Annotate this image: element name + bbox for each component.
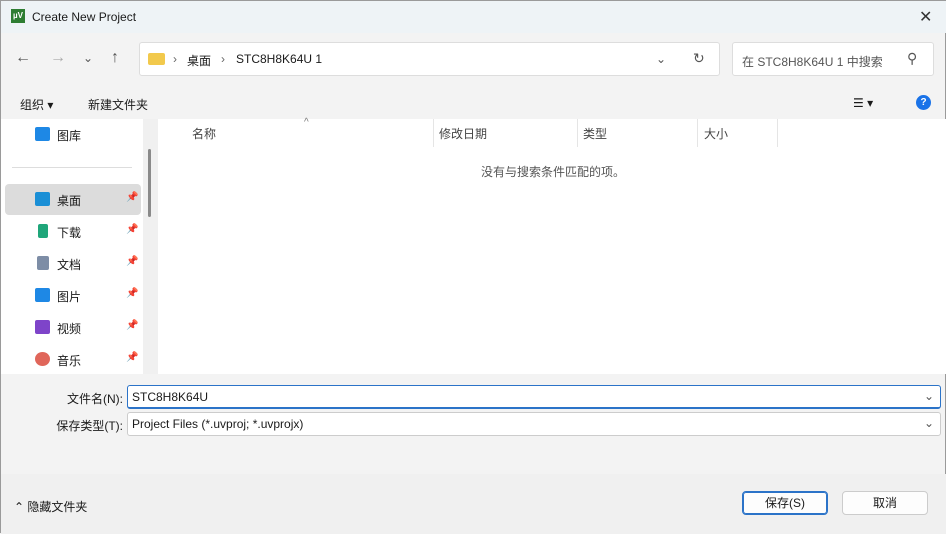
column-date-modified[interactable]: 修改日期 [439,125,487,142]
hide-folders-toggle[interactable]: ⌃ 隐藏文件夹 [14,498,87,515]
chevron-down-icon[interactable]: ⌄ [924,389,934,403]
pin-icon[interactable]: 📌 [126,288,138,299]
sidebar-item-documents[interactable]: 文档 📌 [5,248,141,279]
music-icon [35,352,50,366]
refresh-icon[interactable]: ↻ [693,50,705,67]
breadcrumb-folder[interactable]: STC8H8K64U 1 [236,52,322,66]
sidebar-item-desktop[interactable]: 桌面 📌 [5,184,141,215]
filetype-label: 保存类型(T): [56,419,123,433]
sidebar-item-gallery[interactable]: 图库 [5,119,141,150]
sidebar-item-label: 图库 [57,129,82,143]
window-title: Create New Project [32,10,137,24]
pin-icon[interactable]: 📌 [126,192,138,203]
divider [12,167,132,168]
sidebar-item-label: 下载 [57,226,82,240]
videos-icon [35,320,50,334]
forward-button[interactable]: → [50,49,66,67]
view-options-button[interactable]: ☰ ▾ [853,96,873,110]
breadcrumb-sep: › [173,52,177,66]
file-list: 名称 ^ 修改日期 类型 大小 [158,117,946,374]
pin-icon[interactable]: 📌 [126,224,138,235]
cancel-button[interactable]: 取消 [842,491,928,515]
address-bar[interactable]: › 桌面 › STC8H8K64U 1 ⌄ ↻ [139,42,720,76]
sidebar-scrollbar-thumb[interactable] [148,149,151,217]
empty-message: 没有与搜索条件匹配的项。 [481,165,626,179]
sidebar-item-videos[interactable]: 视频 📌 [5,312,141,343]
pin-icon[interactable]: 📌 [126,256,138,267]
sidebar-item-pictures[interactable]: 图片 📌 [5,280,141,311]
download-icon [38,224,48,238]
recent-locations-button[interactable]: ⌄ [83,51,93,65]
chevron-down-icon[interactable]: ⌄ [656,52,666,66]
filetype-value: Project Files (*.uvproj; *.uvprojx) [132,417,304,431]
chevron-up-icon: ⌃ [14,500,25,514]
pictures-icon [35,288,50,302]
filename-label: 文件名(N): [67,392,123,406]
close-button[interactable]: ✕ [919,7,932,27]
filename-input[interactable]: STC8H8K64U ⌄ [127,385,941,409]
hide-folders-label: 隐藏文件夹 [27,500,88,514]
navigation-pane: 图库 桌面 📌 下载 📌 文档 📌 图片 📌 视频 📌 音乐 📌 [1,119,158,374]
breadcrumb-desktop[interactable]: 桌面 [187,52,211,69]
chevron-down-icon[interactable]: ⌄ [924,416,934,430]
sidebar-item-label: 文档 [57,258,82,272]
save-button[interactable]: 保存(S) [742,491,828,515]
sidebar-item-label: 视频 [57,322,82,336]
gallery-icon [35,127,50,141]
organize-button[interactable]: 组织 ▾ [20,96,53,113]
sidebar-item-label: 桌面 [57,194,82,208]
pin-icon[interactable]: 📌 [126,352,138,363]
new-folder-button[interactable]: 新建文件夹 [88,96,148,113]
column-size[interactable]: 大小 [704,125,728,142]
help-icon[interactable]: ? [916,95,931,110]
sidebar-item-downloads[interactable]: 下载 📌 [5,216,141,247]
sidebar-item-label: 音乐 [57,354,82,368]
pin-icon[interactable]: 📌 [126,320,138,331]
breadcrumb-sep: › [221,52,225,66]
folder-icon [148,53,165,65]
desktop-icon [35,192,50,206]
sort-ascending-icon: ^ [304,117,309,128]
search-placeholder: 在 STC8H8K64U 1 中搜索 [742,55,883,69]
title-bar [1,1,946,33]
search-icon: ⚲ [907,50,918,66]
filetype-select[interactable]: Project Files (*.uvproj; *.uvprojx) ⌄ [127,412,941,436]
app-icon: µV [11,9,25,23]
documents-icon [37,256,49,270]
up-button[interactable]: ↑ [111,49,119,67]
filename-value: STC8H8K64U [132,390,209,404]
back-button[interactable]: ← [15,49,31,67]
column-name[interactable]: 名称 [192,125,216,142]
sidebar-item-label: 图片 [57,290,82,304]
column-type[interactable]: 类型 [583,125,607,142]
sidebar-item-music[interactable]: 音乐 📌 [5,344,141,375]
search-input[interactable]: 在 STC8H8K64U 1 中搜索 ⚲ [732,42,934,76]
